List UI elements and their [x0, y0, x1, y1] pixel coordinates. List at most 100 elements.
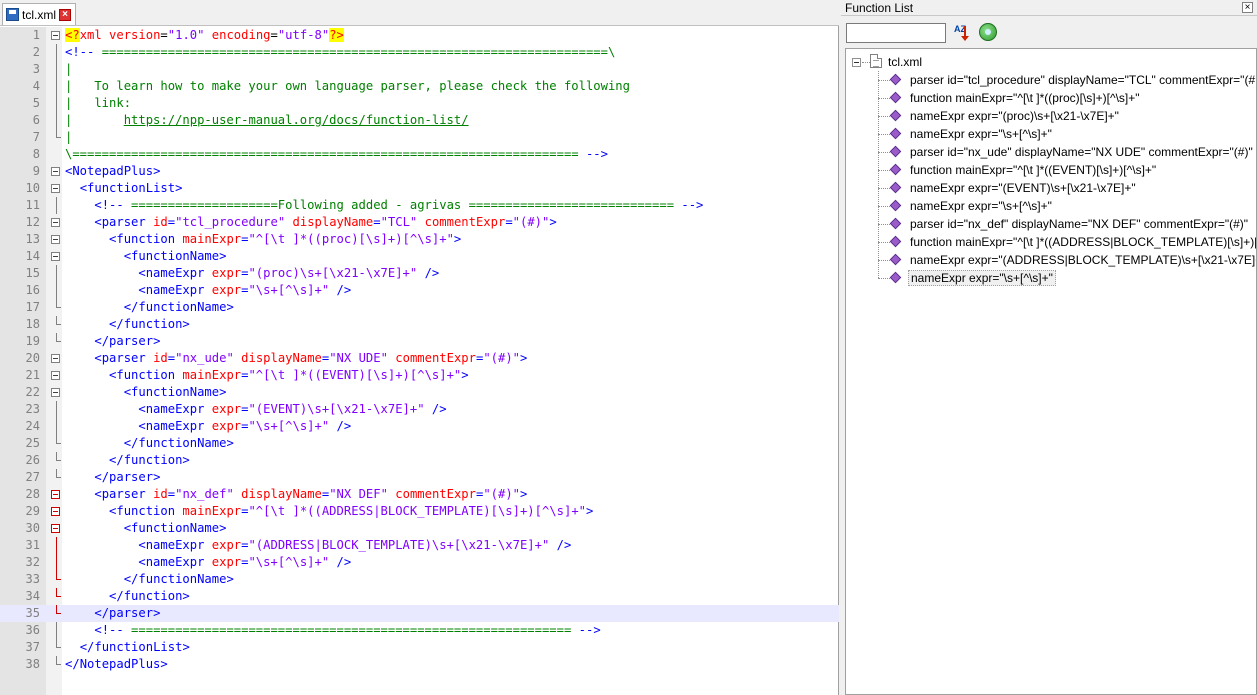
- function-list-item[interactable]: nameExpr expr="\s+[^\s]+": [846, 197, 1256, 215]
- fold-toggle-icon[interactable]: [51, 490, 60, 499]
- function-list-item[interactable]: parser id="nx_ude" displayName="NX UDE" …: [846, 143, 1256, 161]
- code-line[interactable]: 18 </function>: [0, 316, 839, 333]
- line-number: 25: [25, 436, 40, 450]
- tab-close-icon[interactable]: ×: [59, 8, 71, 21]
- code-line[interactable]: 8 \======================================…: [0, 146, 839, 163]
- code-line[interactable]: 34 </function>: [0, 588, 839, 605]
- fold-toggle-icon[interactable]: [51, 507, 60, 516]
- tree-connector: [878, 206, 890, 207]
- fold-end-marker: [56, 452, 61, 461]
- code-line[interactable]: 9 <NotepadPlus>: [0, 163, 839, 180]
- line-number: 13: [25, 232, 40, 246]
- code-text: <!-- ===================================…: [94, 623, 601, 637]
- fold-toggle-icon[interactable]: [51, 388, 60, 397]
- code-text: </function>: [109, 589, 190, 603]
- code-line[interactable]: 6 | https://npp-user-manual.org/docs/func…: [0, 112, 839, 129]
- code-line[interactable]: 3 |: [0, 61, 839, 78]
- code-line[interactable]: 4 | To learn how to make your own languag…: [0, 78, 839, 95]
- function-list-item-label: parser id="tcl_procedure" displayName="T…: [910, 73, 1256, 87]
- fold-toggle-icon[interactable]: [51, 252, 60, 261]
- code-line[interactable]: 10 <functionList>: [0, 180, 839, 197]
- code-line[interactable]: 32 <nameExpr expr="\s+[^\s]+" />: [0, 554, 839, 571]
- fold-toggle-icon[interactable]: [51, 235, 60, 244]
- fold-line: [56, 622, 57, 639]
- code-line[interactable]: 22 <functionName>: [0, 384, 839, 401]
- function-list-item[interactable]: function mainExpr="^[\t ]*((proc)[\s]+)[…: [846, 89, 1256, 107]
- code-line[interactable]: 19 </parser>: [0, 333, 839, 350]
- fold-end-marker: [56, 656, 61, 665]
- function-list-item[interactable]: parser id="nx_def" displayName="NX DEF" …: [846, 215, 1256, 233]
- fold-toggle-icon[interactable]: [51, 167, 60, 176]
- function-list-item[interactable]: nameExpr expr="(EVENT)\s+[\x21-\x7E]+": [846, 179, 1256, 197]
- code-line[interactable]: 16 <nameExpr expr="\s+[^\s]+" />: [0, 282, 839, 299]
- code-line[interactable]: 26 </function>: [0, 452, 839, 469]
- fold-toggle-icon[interactable]: [51, 31, 60, 40]
- fold-toggle-icon[interactable]: [51, 354, 60, 363]
- code-line[interactable]: 12 <parser id="tcl_procedure" displayNam…: [0, 214, 839, 231]
- code-line[interactable]: 31 <nameExpr expr="(ADDRESS|BLOCK_TEMPLA…: [0, 537, 839, 554]
- code-text: <NotepadPlus>: [65, 164, 161, 178]
- tree-connector: [878, 134, 890, 135]
- code-line[interactable]: 37 </functionList>: [0, 639, 839, 656]
- collapse-icon[interactable]: [852, 58, 861, 67]
- function-list-item[interactable]: nameExpr expr="\s+[^\s]+": [846, 125, 1256, 143]
- code-line[interactable]: 7 |: [0, 129, 839, 146]
- code-line[interactable]: 13 <function mainExpr="^[\t ]*((proc)[\s…: [0, 231, 839, 248]
- line-number: 30: [25, 521, 40, 535]
- fold-line: [56, 265, 57, 282]
- fold-toggle-icon[interactable]: [51, 184, 60, 193]
- function-list-item[interactable]: nameExpr expr="\s+[^\s]+": [846, 269, 1256, 287]
- line-number: 21: [25, 368, 40, 382]
- function-node-icon: [889, 73, 902, 86]
- code-text: <!-- ===================================…: [65, 45, 616, 59]
- code-lines[interactable]: 1 <?xml version="1.0" encoding="utf-8"?> 2…: [0, 27, 839, 673]
- code-line[interactable]: 28 <parser id="nx_def" displayName="NX D…: [0, 486, 839, 503]
- reload-icon[interactable]: [979, 23, 997, 41]
- function-list-item-label: nameExpr expr="(proc)\s+[\x21-\x7E]+": [910, 109, 1119, 123]
- code-line[interactable]: 29 <function mainExpr="^[\t ]*((ADDRESS|…: [0, 503, 839, 520]
- code-line[interactable]: 35 </parser>: [0, 605, 839, 622]
- code-line[interactable]: 2 <!-- ==================================…: [0, 44, 839, 61]
- function-list-item[interactable]: nameExpr expr="(ADDRESS|BLOCK_TEMPLATE)\…: [846, 251, 1256, 269]
- sort-button[interactable]: AZ: [953, 23, 971, 43]
- tree-root[interactable]: tcl.xml: [846, 53, 1256, 71]
- code-line[interactable]: 38 </NotepadPlus>: [0, 656, 839, 673]
- code-line[interactable]: 27 </parser>: [0, 469, 839, 486]
- code-text: </functionName>: [123, 572, 234, 586]
- code-text: <parser id="nx_ude" displayName="NX UDE"…: [94, 351, 528, 365]
- code-line[interactable]: 21 <function mainExpr="^[\t ]*((EVENT)[\…: [0, 367, 839, 384]
- line-number: 12: [25, 215, 40, 229]
- code-line[interactable]: 25 </functionName>: [0, 435, 839, 452]
- function-list-item[interactable]: parser id="tcl_procedure" displayName="T…: [846, 71, 1256, 89]
- fold-toggle-icon[interactable]: [51, 371, 60, 380]
- fold-line: [56, 112, 57, 129]
- code-text: <functionName>: [123, 249, 227, 263]
- code-line[interactable]: 17 </functionName>: [0, 299, 839, 316]
- fold-toggle-icon[interactable]: [51, 218, 60, 227]
- code-line[interactable]: 15 <nameExpr expr="(proc)\s+[\x21-\x7E]+…: [0, 265, 839, 282]
- code-line[interactable]: 33 </functionName>: [0, 571, 839, 588]
- tab-tcl-xml[interactable]: tcl.xml ×: [2, 3, 76, 25]
- code-line[interactable]: 30 <functionName>: [0, 520, 839, 537]
- fold-toggle-icon[interactable]: [51, 524, 60, 533]
- function-list-item[interactable]: function mainExpr="^[\t ]*((EVENT)[\s]+)…: [846, 161, 1256, 179]
- function-list-item[interactable]: nameExpr expr="(proc)\s+[\x21-\x7E]+": [846, 107, 1256, 125]
- code-editor[interactable]: 1 <?xml version="1.0" encoding="utf-8"?> 2…: [0, 27, 839, 695]
- function-list-item-label: function mainExpr="^[\t ]*((ADDRESS|BLOC…: [910, 235, 1257, 249]
- code-line[interactable]: 14 <functionName>: [0, 248, 839, 265]
- code-line[interactable]: 24 <nameExpr expr="\s+[^\s]+" />: [0, 418, 839, 435]
- panel-close-icon[interactable]: ×: [1242, 2, 1253, 13]
- function-list-title: Function List: [845, 1, 914, 15]
- code-line[interactable]: 20 <parser id="nx_ude" displayName="NX U…: [0, 350, 839, 367]
- function-tree[interactable]: tcl.xml parser id="tcl_procedure" displa…: [845, 48, 1257, 695]
- code-line[interactable]: 23 <nameExpr expr="(EVENT)\s+[\x21-\x7E]…: [0, 401, 839, 418]
- code-line[interactable]: 36 <!-- ================================…: [0, 622, 839, 639]
- code-line[interactable]: 1 <?xml version="1.0" encoding="utf-8"?>: [0, 27, 839, 44]
- code-line[interactable]: 5 | link:: [0, 95, 839, 112]
- code-line[interactable]: 11 <!-- ====================Following ad…: [0, 197, 839, 214]
- function-list-item-label: nameExpr expr="\s+[^\s]+": [910, 127, 1052, 141]
- tree-connector: [878, 116, 890, 117]
- function-list-item[interactable]: function mainExpr="^[\t ]*((ADDRESS|BLOC…: [846, 233, 1257, 251]
- function-search-input[interactable]: [846, 23, 946, 43]
- function-node-icon: [889, 235, 902, 248]
